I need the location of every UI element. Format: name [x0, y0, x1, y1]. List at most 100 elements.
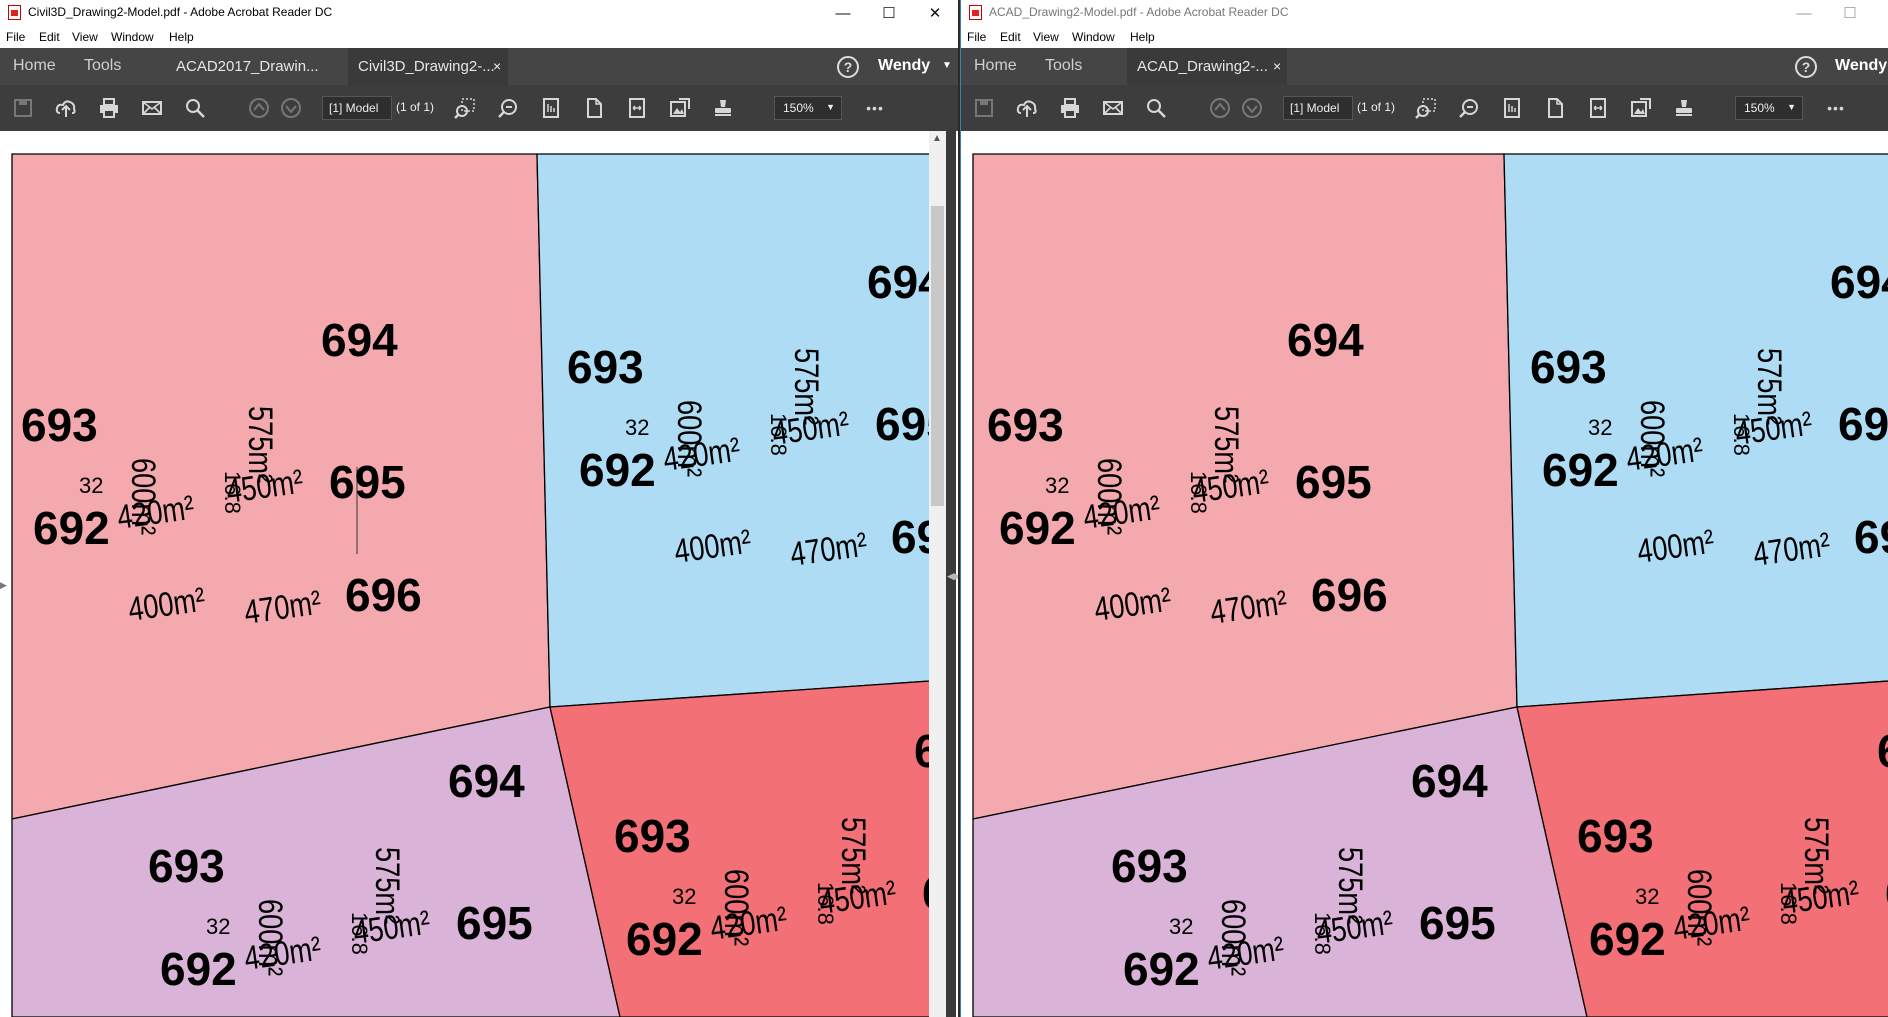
tab-bar: Home Tools ACAD2017_Drawin... Civil3D_Dr… — [0, 48, 958, 85]
help-icon[interactable]: ? — [837, 56, 859, 78]
site-plan-drawing: 693 600m² 16.8 575m² 694 32 692 420m² 45… — [0, 131, 930, 1017]
lot-number-692: 692 — [160, 943, 237, 995]
search-icon[interactable] — [1143, 95, 1169, 121]
previous-page-icon[interactable] — [246, 95, 272, 121]
menu-edit[interactable]: Edit — [1000, 30, 1021, 44]
stamp-icon[interactable] — [1671, 95, 1697, 121]
collapse-panel-icon[interactable]: ◀▶ — [947, 571, 958, 582]
home-tab[interactable]: Home — [13, 57, 56, 75]
minimize-icon[interactable]: — — [820, 0, 866, 26]
lot-number-695: 695 — [1295, 456, 1372, 508]
fit-page-icon[interactable] — [1585, 95, 1611, 121]
marquee-zoom-icon[interactable] — [1413, 95, 1439, 121]
document-tab-active[interactable]: Civil3D_Drawing2-... — [348, 48, 508, 85]
dimension-label-32: 32 — [625, 415, 649, 440]
chevron-down-icon: ▼ — [826, 102, 835, 112]
help-icon[interactable]: ? — [1795, 56, 1817, 78]
fit-page-icon[interactable] — [624, 95, 650, 121]
email-icon[interactable] — [139, 95, 165, 121]
page-count: (1 of 1) — [1357, 100, 1396, 114]
upload-icon[interactable] — [53, 95, 79, 121]
window-title: Civil3D_Drawing2-Model.pdf - Adobe Acrob… — [28, 5, 333, 19]
document-view[interactable]: 693 600m² 16.8 575m² 694 32 692 420m² 45… — [961, 131, 1888, 1017]
pane-splitter[interactable]: ◀▶ — [946, 131, 958, 1017]
lot-number-692: 692 — [999, 502, 1076, 554]
page-count: (1 of 1) — [396, 100, 435, 114]
minimize-icon[interactable]: — — [1781, 0, 1827, 26]
lot-number-692: 692 — [33, 502, 110, 554]
left-panel-toggle-icon[interactable]: ▶ — [0, 580, 7, 591]
single-page-icon[interactable] — [1542, 95, 1568, 121]
zoom-out-icon[interactable] — [495, 95, 521, 121]
menu-file[interactable]: File — [6, 30, 25, 44]
dimension-label-32: 32 — [1635, 884, 1659, 909]
fit-width-icon[interactable] — [1499, 95, 1525, 121]
menu-help[interactable]: Help — [169, 30, 194, 44]
fit-width-icon[interactable] — [538, 95, 564, 121]
lot-number-696: 696 — [1311, 569, 1388, 621]
lot-number-693: 693 — [1111, 840, 1188, 892]
lot-number-693: 693 — [1577, 810, 1654, 862]
document-tab-active[interactable]: ACAD_Drawing2-... — [1127, 48, 1287, 85]
print-icon[interactable] — [96, 95, 122, 121]
save-icon[interactable] — [971, 95, 997, 121]
more-tools-icon[interactable]: ••• — [862, 95, 888, 121]
lot-number-694: 694 — [867, 256, 930, 308]
export-image-icon[interactable] — [1628, 95, 1654, 121]
search-icon[interactable] — [182, 95, 208, 121]
tab-close-icon[interactable]: × — [1273, 58, 1281, 74]
menu-file[interactable]: File — [967, 30, 986, 44]
document-tab[interactable]: ACAD2017_Drawin... — [166, 48, 326, 85]
tools-tab[interactable]: Tools — [1045, 57, 1082, 75]
menu-bar: File Edit View Window Help — [0, 26, 958, 48]
export-image-icon[interactable] — [667, 95, 693, 121]
menu-help[interactable]: Help — [1130, 30, 1155, 44]
menu-view[interactable]: View — [72, 30, 98, 44]
lot-number-692: 692 — [579, 444, 656, 496]
zoom-value: 150% — [783, 101, 814, 115]
stamp-icon[interactable] — [710, 95, 736, 121]
next-page-icon[interactable] — [278, 95, 304, 121]
more-tools-icon[interactable]: ••• — [1823, 95, 1849, 121]
lot-number-693: 693 — [148, 840, 225, 892]
tab-close-icon[interactable]: × — [493, 58, 501, 74]
menu-window[interactable]: Window — [111, 30, 154, 44]
home-tab[interactable]: Home — [974, 57, 1017, 75]
lot-number-694: 694 — [1830, 256, 1888, 308]
chevron-down-icon[interactable]: ▼ — [942, 60, 952, 71]
single-page-icon[interactable] — [581, 95, 607, 121]
dimension-label-32: 32 — [79, 473, 103, 498]
user-account-button[interactable]: Wendy — [1835, 57, 1887, 75]
zoom-select[interactable]: 150% ▼ — [774, 96, 842, 120]
lot-number-694: 694 — [448, 755, 525, 807]
vertical-scrollbar[interactable]: ▲ — [929, 131, 946, 1017]
zoom-select[interactable]: 150% ▼ — [1735, 96, 1803, 120]
dimension-label-32: 32 — [1045, 473, 1069, 498]
upload-icon[interactable] — [1014, 95, 1040, 121]
page-number-field[interactable]: [1] Model — [322, 96, 392, 120]
scroll-up-arrow-icon[interactable]: ▲ — [932, 133, 942, 144]
marquee-zoom-icon[interactable] — [452, 95, 478, 121]
menu-window[interactable]: Window — [1072, 30, 1115, 44]
site-plan-drawing: 693 600m² 16.8 575m² 694 32 692 420m² 45… — [961, 131, 1888, 1017]
user-account-button[interactable]: Wendy — [878, 57, 930, 75]
close-icon[interactable]: ✕ — [912, 0, 958, 26]
scrollbar-thumb[interactable] — [931, 206, 944, 506]
previous-page-icon[interactable] — [1207, 95, 1233, 121]
menu-view[interactable]: View — [1033, 30, 1059, 44]
next-page-icon[interactable] — [1239, 95, 1265, 121]
zoom-out-icon[interactable] — [1456, 95, 1482, 121]
maximize-icon[interactable]: ☐ — [1827, 0, 1873, 26]
maximize-icon[interactable]: ☐ — [866, 0, 912, 26]
save-icon[interactable] — [10, 95, 36, 121]
pdf-file-icon — [969, 5, 982, 20]
email-icon[interactable] — [1100, 95, 1126, 121]
page-number-field[interactable]: [1] Model — [1283, 96, 1353, 120]
tools-tab[interactable]: Tools — [84, 57, 121, 75]
lot-number-693: 693 — [987, 399, 1064, 451]
lot-number-695: 695 — [875, 398, 930, 450]
menu-edit[interactable]: Edit — [39, 30, 60, 44]
document-view[interactable]: 693 600m² 16.8 575m² 694 32 692 420m² 45… — [0, 131, 958, 1017]
print-icon[interactable] — [1057, 95, 1083, 121]
toolbar: [1] Model (1 of 1) 150% ▼ ••• — [961, 85, 1888, 131]
